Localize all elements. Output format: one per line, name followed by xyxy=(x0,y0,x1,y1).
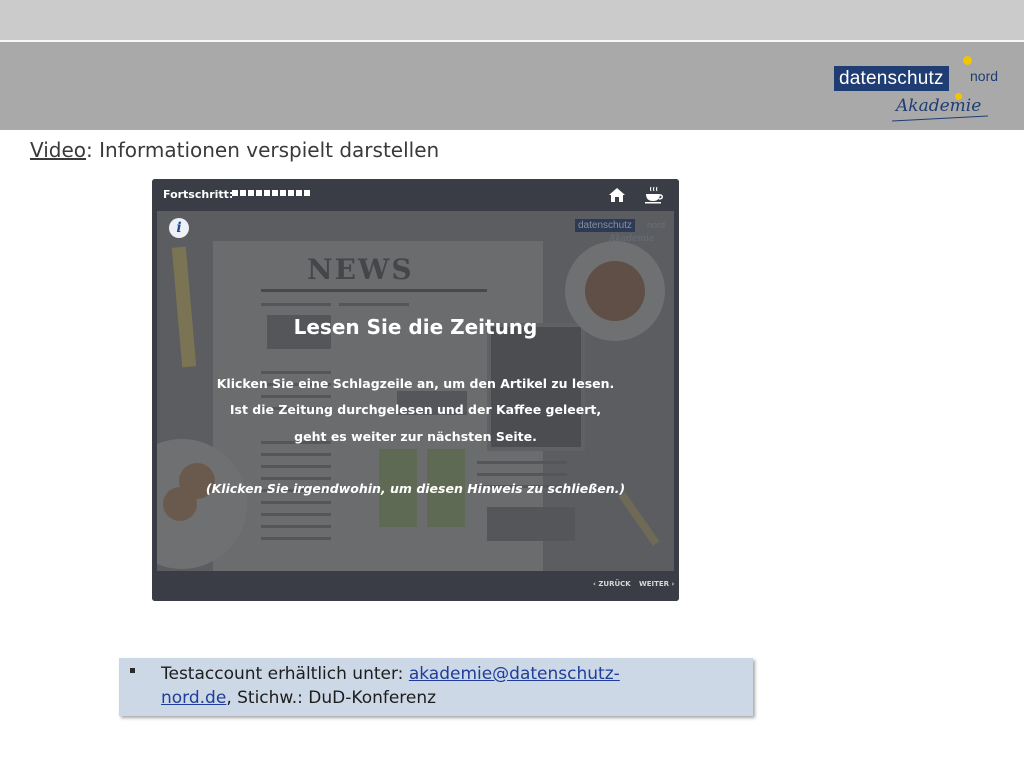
newspaper-line xyxy=(339,303,409,306)
stage-logo: datenschutz nord Akademie xyxy=(575,219,671,247)
headline-box xyxy=(487,507,575,541)
logo-dot-top xyxy=(963,56,972,65)
email-link-part1: akademie@datenschutz- xyxy=(408,664,620,684)
datenschutz-nord-logo: datenschutz nord Akademie xyxy=(834,56,1004,122)
stage-logo-suffix: nord xyxy=(647,220,666,230)
test-account-prefix: Testaccount erhältlich unter: xyxy=(161,664,409,684)
newspaper-line xyxy=(477,461,567,464)
newspaper-rule xyxy=(261,289,487,292)
player-footer: ‹ ZURÜCK WEITER › xyxy=(152,571,679,601)
progress-segment xyxy=(288,190,294,196)
coffee-illustration xyxy=(585,261,645,321)
progress-indicator xyxy=(232,190,310,196)
stage-logo-academy: Akademie xyxy=(609,234,655,244)
progress-segment xyxy=(248,190,254,196)
bullet-marker xyxy=(130,668,135,673)
test-account-box: Testaccount erhältlich unter: akademie@d… xyxy=(119,658,753,716)
elearning-player[interactable]: Fortschritt: NEWS datenschutz nord Akade… xyxy=(152,179,679,601)
top-strip xyxy=(0,0,1024,40)
newspaper-line xyxy=(261,525,331,528)
back-button[interactable]: ‹ ZURÜCK xyxy=(593,580,631,588)
newspaper-line xyxy=(261,465,331,468)
overlay-hint: (Klicken Sie irgendwohin, um diesen Hinw… xyxy=(205,481,626,496)
slide-title: Video: Informationen verspielt darstelle… xyxy=(30,138,439,162)
newspaper-line xyxy=(261,501,331,504)
newspaper-line xyxy=(261,303,331,306)
home-icon[interactable] xyxy=(608,186,626,204)
player-stage[interactable]: NEWS datenschutz nord Akademie xyxy=(157,211,674,571)
info-icon[interactable]: i xyxy=(169,218,189,238)
logo-brand-suffix: nord xyxy=(970,68,999,84)
email-link-part2: nord.de xyxy=(161,688,227,708)
overlay-line-1: Klicken Sie eine Schlagzeile an, um den … xyxy=(216,376,615,391)
newspaper-line xyxy=(261,513,331,516)
overlay-title: Lesen Sie die Zeitung xyxy=(293,315,538,339)
newspaper-line xyxy=(261,537,331,540)
progress-segment xyxy=(280,190,286,196)
overlay-line-3: geht es weiter zur nächsten Seite. xyxy=(294,429,537,444)
newspaper-line xyxy=(261,371,331,374)
stage-logo-brand: datenschutz xyxy=(575,219,635,232)
test-account-suffix: , Stichw.: DuD-Konferenz xyxy=(226,688,437,708)
overlay-line-2: Ist die Zeitung durchgelesen und der Kaf… xyxy=(229,402,602,417)
pencil-illustration xyxy=(171,246,197,368)
next-button[interactable]: WEITER › xyxy=(639,580,674,588)
progress-segment xyxy=(232,190,238,196)
newspaper-headline: NEWS xyxy=(307,253,414,286)
logo-underline xyxy=(892,115,988,122)
progress-segment xyxy=(296,190,302,196)
pen-illustration xyxy=(618,492,660,546)
progress-segment xyxy=(256,190,262,196)
coffee-cup-icon[interactable] xyxy=(644,185,664,205)
progress-segment xyxy=(304,190,310,196)
progress-segment xyxy=(240,190,246,196)
progress-segment xyxy=(264,190,270,196)
progress-label: Fortschritt: xyxy=(163,188,234,201)
logo-brand: datenschutz xyxy=(834,66,949,91)
newspaper-line xyxy=(261,395,331,398)
slide-title-rest: : Informationen verspielt darstellen xyxy=(86,138,440,162)
slide-title-video: Video xyxy=(30,138,87,162)
player-header: Fortschritt: xyxy=(152,179,679,211)
progress-segment xyxy=(272,190,278,196)
newspaper-line xyxy=(477,473,567,476)
newspaper-line xyxy=(261,477,331,480)
newspaper-line xyxy=(261,453,331,456)
logo-academy: Akademie xyxy=(896,96,982,116)
test-account-text: Testaccount erhältlich unter: akademie@d… xyxy=(161,662,721,710)
